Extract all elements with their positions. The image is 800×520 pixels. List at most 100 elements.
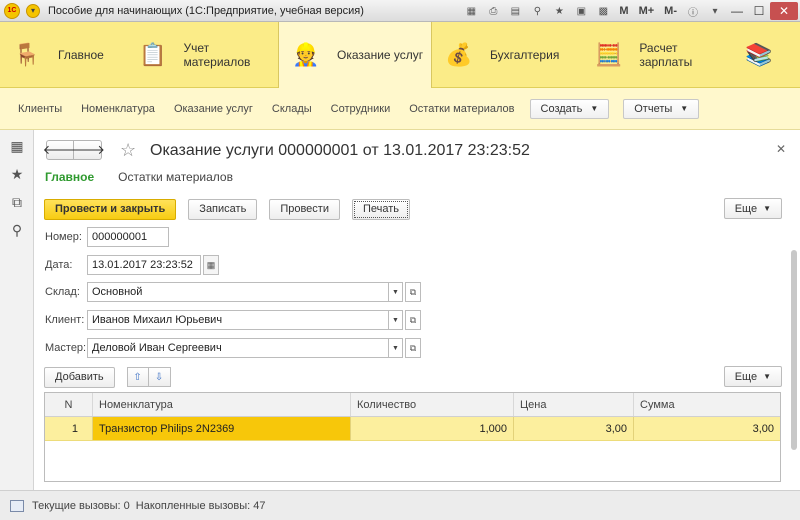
grid-icon[interactable]: ▦ xyxy=(462,3,480,19)
chevron-down-icon: ▼ xyxy=(680,104,689,113)
main-menu-button[interactable]: ▾ xyxy=(26,3,40,18)
info-icon[interactable]: ⓘ xyxy=(684,3,702,19)
section-label: Расчет зарплаты xyxy=(639,41,693,69)
reports-dropdown[interactable]: Отчеты ▼ xyxy=(623,98,700,119)
search-icon[interactable]: ⚲ xyxy=(0,216,34,244)
chevron-down-icon[interactable]: ▼ xyxy=(389,310,403,330)
calendar-icon[interactable]: ▦ xyxy=(203,255,219,275)
warehouse-label: Склад: xyxy=(45,286,80,298)
star-icon[interactable]: ★ xyxy=(0,160,34,188)
warehouse-field[interactable]: Основной xyxy=(87,282,389,302)
scrollbar-thumb[interactable] xyxy=(791,250,797,450)
post-button[interactable]: Провести xyxy=(269,198,340,220)
section-payroll[interactable]: 🧮 Расчет зарплаты xyxy=(582,22,732,88)
app-logo: 1С xyxy=(4,2,20,19)
date-row: Дата: 13.01.2017 23:23:52 ▦ xyxy=(45,255,219,275)
tab-main[interactable]: Главное xyxy=(45,170,94,184)
master-row: Мастер: Деловой Иван Сергеевич ▼ ⧉ xyxy=(45,338,421,358)
print-button[interactable]: Печать xyxy=(351,198,411,220)
favorites-icon[interactable]: ★ xyxy=(550,3,568,19)
link-nomenclature[interactable]: Номенклатура xyxy=(81,103,155,115)
section-materials[interactable]: 📋 Учет материалов xyxy=(126,22,278,88)
more-button[interactable]: Еще ▼ xyxy=(723,198,782,219)
open-icon[interactable]: ⧉ xyxy=(405,282,421,302)
command-bar: Провести и закрыть Записать Провести Печ… xyxy=(44,198,784,220)
status-bar: Текущие вызовы: 0 Накопленные вызовы: 47 xyxy=(0,490,800,520)
open-icon[interactable]: ⧉ xyxy=(405,338,421,358)
client-select[interactable]: Иванов Михаил Юрьевич ▼ xyxy=(87,310,403,330)
accumulated-calls: Накопленные вызовы: 47 xyxy=(135,499,266,512)
table-header: N Номенклатура Количество Цена Сумма xyxy=(45,393,780,417)
preview-icon[interactable]: ▤ xyxy=(506,3,524,19)
memory-minus-button[interactable]: M- xyxy=(661,3,680,19)
section-main[interactable]: 🪑 Главное xyxy=(0,22,126,88)
minimize-button[interactable]: — xyxy=(726,3,748,19)
close-form-button[interactable]: ✕ xyxy=(776,142,786,156)
post-and-close-button[interactable]: Провести и закрыть xyxy=(44,198,177,220)
link-clients[interactable]: Клиенты xyxy=(18,103,62,115)
history-icon[interactable]: ⧉ xyxy=(0,188,34,216)
link-icon[interactable]: ⚲ xyxy=(528,3,546,19)
worker-helmet-icon: 👷 xyxy=(292,42,320,67)
cell-price[interactable]: 3,00 xyxy=(514,417,634,440)
link-material-balances[interactable]: Остатки материалов xyxy=(409,103,514,115)
left-sidebar: ▦ ★ ⧉ ⚲ xyxy=(0,130,34,490)
cell-n[interactable]: 1 xyxy=(45,417,93,440)
maximize-button[interactable]: ☐ xyxy=(748,3,770,19)
cell-qty[interactable]: 1,000 xyxy=(351,417,514,440)
section-accounting[interactable]: 💰 Бухгалтерия xyxy=(432,22,582,88)
move-up-icon[interactable]: ⇧ xyxy=(126,367,149,387)
link-employees[interactable]: Сотрудники xyxy=(331,103,391,115)
master-label: Мастер: xyxy=(45,342,87,354)
column-header-n[interactable]: N xyxy=(45,393,93,416)
move-down-icon[interactable]: ⇩ xyxy=(148,367,171,387)
calculator-icon[interactable]: ▩ xyxy=(594,3,612,19)
open-icon[interactable]: ⧉ xyxy=(405,310,421,330)
sections-panel: 🪑 Главное 📋 Учет материалов 👷 Оказание у… xyxy=(0,22,800,88)
section-label: Главное xyxy=(58,48,104,62)
forward-button[interactable]: 🡒 xyxy=(70,140,105,160)
master-select[interactable]: Деловой Иван Сергеевич ▼ xyxy=(87,338,403,358)
form-scrollbar[interactable] xyxy=(790,240,798,480)
warehouse-select[interactable]: Основной ▼ xyxy=(87,282,403,302)
window-title: Пособие для начинающих (1С:Предприятие, … xyxy=(48,4,364,17)
create-dropdown[interactable]: Создать ▼ xyxy=(529,98,610,119)
column-header-price[interactable]: Цена xyxy=(514,393,634,416)
table-row[interactable]: 1 Транзистор Philips 2N2369 1,000 3,00 3… xyxy=(45,417,780,441)
client-label: Клиент: xyxy=(45,314,85,326)
close-window-button[interactable]: ✕ xyxy=(770,2,798,20)
date-label: Дата: xyxy=(45,259,73,271)
memory-button[interactable]: M xyxy=(616,3,631,19)
table-more-button[interactable]: Еще ▼ xyxy=(723,366,782,387)
items-table: N Номенклатура Количество Цена Сумма 1 Т… xyxy=(44,392,781,482)
cell-sum[interactable]: 3,00 xyxy=(634,417,780,440)
link-services[interactable]: Оказание услуг xyxy=(174,103,253,115)
section-services[interactable]: 👷 Оказание услуг xyxy=(278,22,432,88)
calendar-icon[interactable]: ▣ xyxy=(572,3,590,19)
chevron-down-icon[interactable]: ▾ xyxy=(706,3,724,19)
chevron-down-icon[interactable]: ▼ xyxy=(389,282,403,302)
binders-icon: 📚 xyxy=(745,42,773,67)
coins-icon: 💰 xyxy=(445,42,473,67)
client-field[interactable]: Иванов Михаил Юрьевич xyxy=(87,310,389,330)
section-more[interactable]: 📚 xyxy=(732,22,792,88)
table-command-bar: Добавить ⇧ ⇩ Еще ▼ xyxy=(44,366,784,388)
column-header-qty[interactable]: Количество xyxy=(351,393,514,416)
save-button[interactable]: Записать xyxy=(188,198,258,220)
form-title: Оказание услуги 000000001 от 13.01.2017 … xyxy=(150,142,530,159)
column-header-item[interactable]: Номенклатура xyxy=(93,393,351,416)
master-field[interactable]: Деловой Иван Сергеевич xyxy=(87,338,389,358)
print-icon[interactable]: ⎙ xyxy=(484,3,502,19)
favorite-star-icon[interactable]: ☆ xyxy=(120,140,136,161)
date-field[interactable]: 13.01.2017 23:23:52 xyxy=(87,255,201,275)
column-header-sum[interactable]: Сумма xyxy=(634,393,780,416)
chevron-down-icon[interactable]: ▼ xyxy=(389,338,403,358)
link-warehouses[interactable]: Склады xyxy=(272,103,312,115)
memory-plus-button[interactable]: M+ xyxy=(636,3,658,19)
apps-grid-icon[interactable]: ▦ xyxy=(0,132,34,160)
number-field[interactable]: 000000001 xyxy=(87,227,169,247)
tab-material-balances[interactable]: Остатки материалов xyxy=(118,170,233,184)
add-row-button[interactable]: Добавить xyxy=(44,366,115,388)
cell-item[interactable]: Транзистор Philips 2N2369 xyxy=(93,417,351,440)
calls-icon xyxy=(10,499,24,512)
